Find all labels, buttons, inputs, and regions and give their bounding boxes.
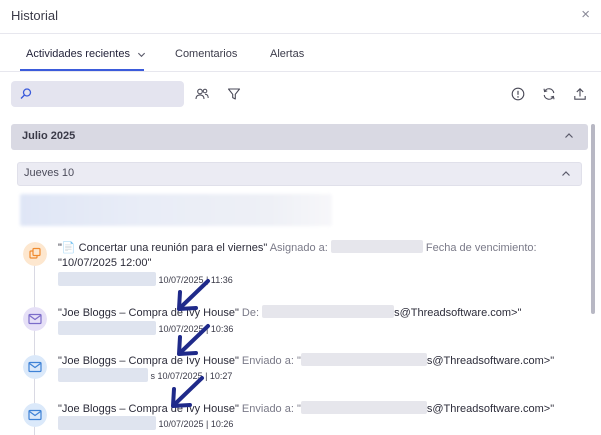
refresh-icon[interactable]	[541, 86, 559, 104]
redacted-recipient	[300, 353, 427, 366]
dialog-title: Historial	[11, 8, 58, 23]
toolbar	[0, 72, 601, 120]
tab-bar: Actividades recientes Comentarios Alerta…	[0, 35, 601, 72]
redacted-user	[58, 272, 156, 286]
redacted-sender	[262, 305, 395, 318]
redacted-user	[58, 321, 156, 335]
day-label: Jueves 10	[24, 167, 75, 179]
assigned-label: Asignado a:	[269, 242, 328, 254]
entry-title: "📄 Concertar una reunión para el viernes…	[58, 242, 268, 254]
tab-comentarios[interactable]: Comentarios	[175, 48, 237, 60]
annotation-arrow-icon	[177, 279, 210, 311]
send-mail-icon	[23, 355, 47, 379]
task-icon	[23, 242, 47, 266]
annotation-arrow-icon	[171, 376, 204, 408]
entry-meta: 10/07/2025 | 10:26	[58, 416, 233, 430]
entry-meta: s 10/07/2025 | 10:27	[58, 368, 232, 382]
send-mail-icon	[23, 403, 47, 427]
entry-title: "Joe Bloggs – Compra de Ivy House"	[58, 403, 239, 415]
search-input[interactable]	[37, 85, 177, 103]
chevron-up-icon[interactable]	[564, 131, 574, 141]
search-icon	[20, 88, 32, 99]
recipient-email-tail: s@Threadsoftware.com>"	[426, 403, 555, 415]
export-icon[interactable]	[572, 86, 590, 104]
annotation-arrow-icon	[177, 324, 210, 356]
scrollbar[interactable]	[591, 124, 595, 314]
entry-text: "📄 Concertar una reunión para el viernes…	[58, 240, 568, 271]
from-label: De:	[241, 307, 260, 319]
sent-to-label: Enviado a: "	[241, 355, 301, 367]
recipient-email-tail: s@Threadsoftware.com>"	[426, 355, 555, 367]
sent-to-label: Enviado a: "	[241, 403, 301, 415]
tab-alertas[interactable]: Alertas	[270, 48, 304, 60]
active-tab-indicator	[20, 69, 144, 71]
entry-text: "Joe Bloggs – Compra de Ivy House" De: s…	[58, 305, 568, 321]
due-date-label: Fecha de vencimiento:	[425, 242, 537, 254]
mail-icon	[23, 307, 47, 331]
chevron-down-icon	[137, 52, 146, 57]
redacted-banner	[20, 194, 332, 226]
tab-actividades-recientes[interactable]: Actividades recientes	[26, 48, 146, 60]
redacted-recipient	[300, 401, 427, 414]
entry-timestamp: 10/07/2025 | 10:26	[158, 419, 234, 429]
month-group-header[interactable]: Julio 2025	[11, 124, 588, 150]
day-group-header[interactable]: Jueves 10	[17, 162, 582, 186]
entry-timestamp-prefix: s	[150, 371, 156, 381]
users-icon[interactable]	[194, 86, 212, 104]
redacted-user	[58, 368, 148, 382]
info-icon[interactable]	[510, 86, 528, 104]
redacted-user	[58, 416, 156, 430]
entry-text: "Joe Bloggs – Compra de Ivy House" Envia…	[58, 401, 568, 417]
close-icon[interactable]: ×	[581, 6, 590, 24]
dialog-header: Historial ×	[0, 0, 601, 34]
search-box[interactable]	[11, 81, 184, 107]
entry-text: "Joe Bloggs – Compra de Ivy House" Envia…	[58, 353, 568, 369]
sender-email-tail: s@Threadsoftware.com>"	[394, 307, 522, 319]
redacted-assignee	[330, 240, 423, 253]
activity-list[interactable]: Julio 2025 Jueves 10 "📄 Concertar una re…	[0, 120, 601, 435]
chevron-up-icon[interactable]	[561, 169, 571, 179]
month-label: Julio 2025	[22, 130, 76, 142]
due-date-value: "10/07/2025 12:00"	[58, 257, 152, 269]
tab-label: Actividades recientes	[26, 48, 130, 60]
filter-icon[interactable]	[226, 86, 244, 104]
